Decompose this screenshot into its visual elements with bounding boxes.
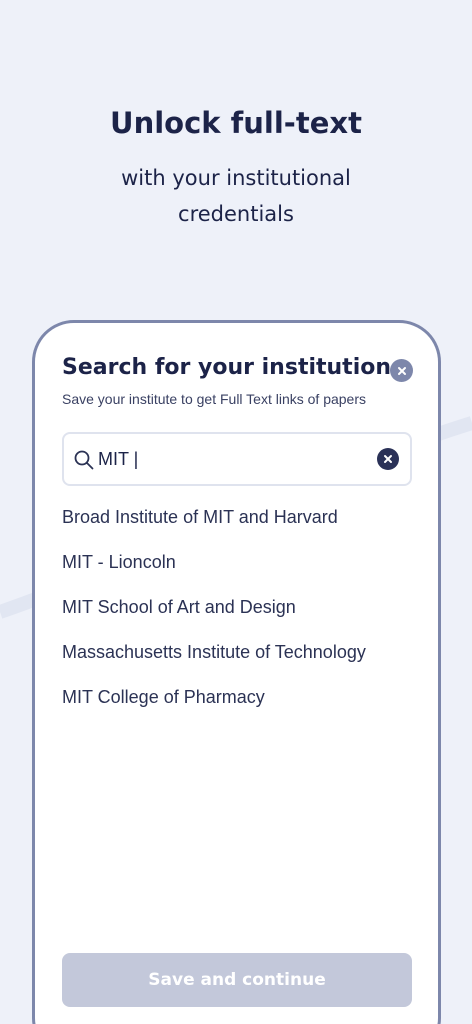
close-button[interactable] xyxy=(390,359,413,382)
close-icon xyxy=(397,366,406,375)
result-item[interactable]: MIT School of Art and Design xyxy=(62,591,412,636)
search-box[interactable] xyxy=(62,432,412,486)
hero-title: Unlock full-text xyxy=(110,106,362,140)
results-list: Broad Institute of MIT and Harvard MIT -… xyxy=(62,501,412,726)
card-subtitle: Save your institute to get Full Text lin… xyxy=(62,391,367,407)
search-icon xyxy=(74,450,94,470)
institution-search-card: Search for your institution Save your in… xyxy=(32,320,441,1024)
card-title: Search for your institution xyxy=(62,355,392,380)
result-item[interactable]: MIT College of Pharmacy xyxy=(62,681,412,726)
clear-icon xyxy=(384,455,392,463)
hero-subtitle: with your institutional credentials xyxy=(121,166,351,226)
clear-search-button[interactable] xyxy=(377,448,399,470)
search-input[interactable] xyxy=(98,444,368,474)
result-item[interactable]: Broad Institute of MIT and Harvard xyxy=(62,501,412,546)
save-and-continue-button[interactable]: Save and continue xyxy=(62,953,412,1007)
result-item[interactable]: MIT - Lioncoln xyxy=(62,546,412,591)
result-item[interactable]: Massachusetts Institute of Technology xyxy=(62,636,412,681)
